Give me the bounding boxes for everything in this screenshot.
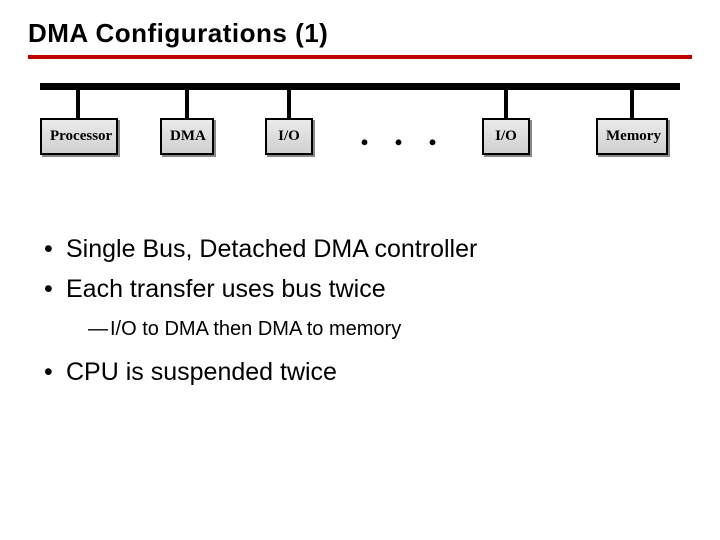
diagram-box-dma: DMA — [160, 118, 214, 155]
bus-drop — [630, 90, 634, 118]
list-item-text: CPU is suspended twice — [66, 358, 337, 386]
bus-drop — [504, 90, 508, 118]
diagram-box-processor: Processor — [40, 118, 118, 155]
title-underline — [28, 55, 692, 59]
diagram-box-io-1: I/O — [265, 118, 313, 155]
diagram-box-io-2: I/O — [482, 118, 530, 155]
list-item-text: Single Bus, Detached DMA controller — [66, 235, 477, 263]
list-item: •Each transfer uses bus twice — [44, 271, 692, 309]
list-item: •CPU is suspended twice — [44, 354, 692, 392]
slide: DMA Configurations (1) Processor DMA I/O… — [0, 0, 720, 540]
page-title: DMA Configurations (1) — [28, 18, 692, 49]
bus-drop — [287, 90, 291, 118]
dash-icon: — — [88, 314, 110, 344]
system-bus-line — [40, 83, 680, 90]
bus-diagram: Processor DMA I/O . . . I/O Memory — [40, 83, 680, 203]
ellipsis-icon: . . . — [360, 117, 445, 149]
bullet-icon: • — [44, 231, 66, 269]
sub-list-item: —I/O to DMA then DMA to memory — [44, 314, 692, 344]
list-item-text: Each transfer uses bus twice — [66, 275, 386, 303]
bullet-icon: • — [44, 271, 66, 309]
diagram-box-memory: Memory — [596, 118, 668, 155]
bus-drop — [185, 90, 189, 118]
sub-list-item-text: I/O to DMA then DMA to memory — [110, 318, 401, 340]
bullet-icon: • — [44, 354, 66, 392]
bus-drop — [76, 90, 80, 118]
list-item: •Single Bus, Detached DMA controller — [44, 231, 692, 269]
bullet-list: •Single Bus, Detached DMA controller •Ea… — [28, 231, 692, 392]
